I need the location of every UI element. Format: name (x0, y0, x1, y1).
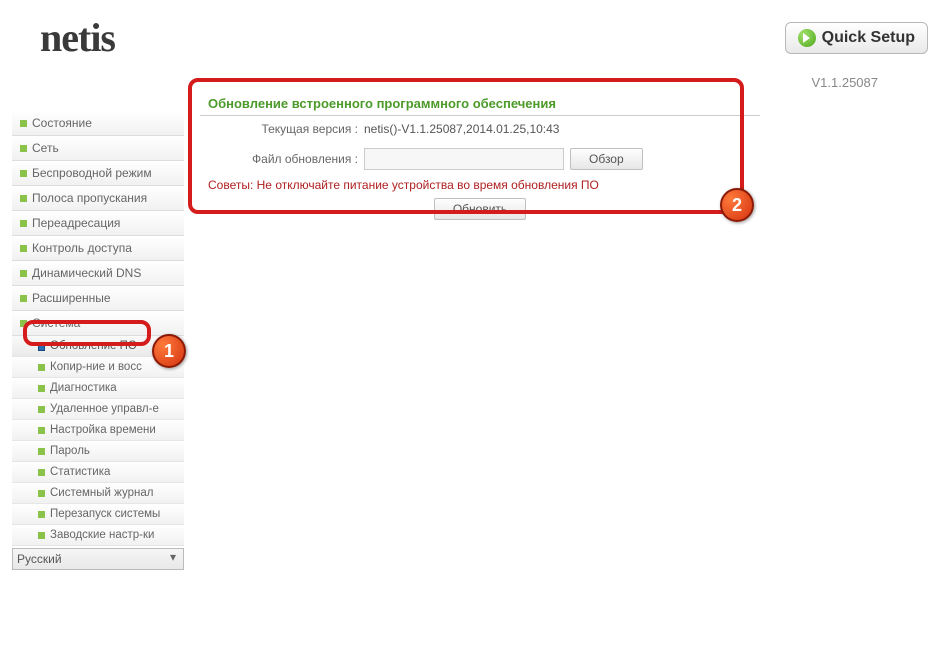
sidebar-sub-statistics[interactable]: Статистика (12, 462, 184, 483)
update-button[interactable]: Обновить (434, 198, 526, 220)
play-icon (798, 29, 816, 47)
bullet-icon (20, 145, 27, 152)
bullet-icon (20, 220, 27, 227)
bullet-icon (38, 490, 45, 497)
sidebar-sub-remote[interactable]: Удаленное управл-е (12, 399, 184, 420)
sidebar-sub-time[interactable]: Настройка времени (12, 420, 184, 441)
bullet-icon (20, 170, 27, 177)
bullet-icon (38, 511, 45, 518)
sidebar-item-label: Сеть (32, 141, 59, 155)
sidebar-item-label: Статистика (50, 466, 110, 478)
bullet-icon (38, 364, 45, 371)
sidebar: Состояние Сеть Беспроводной режим Полоса… (12, 111, 184, 570)
sidebar-item-advanced[interactable]: Расширенные (12, 286, 184, 311)
bullet-icon (20, 320, 27, 327)
sidebar-sub-syslog[interactable]: Системный журнал (12, 483, 184, 504)
sidebar-item-label: Полоса пропускания (32, 191, 147, 205)
bullet-icon (38, 532, 45, 539)
sidebar-sub-password[interactable]: Пароль (12, 441, 184, 462)
sidebar-item-label: Удаленное управл-е (50, 403, 159, 415)
sidebar-item-label: Копир-ние и восс (50, 361, 142, 373)
section-title: Обновление встроенного программного обес… (200, 90, 760, 116)
bullet-icon (38, 385, 45, 392)
firmware-panel: Обновление встроенного программного обес… (200, 90, 760, 648)
row-current-version: Текущая версия : netis()-V1.1.25087,2014… (200, 116, 760, 142)
sidebar-sub-factory[interactable]: Заводские настр-ки (12, 525, 184, 546)
sidebar-item-label: Динамический DNS (32, 266, 141, 280)
sidebar-item-bandwidth[interactable]: Полоса пропускания (12, 186, 184, 211)
sidebar-item-label: Перезапуск системы (50, 508, 160, 520)
sidebar-item-label: Система (32, 316, 80, 330)
sidebar-item-label: Системный журнал (50, 487, 153, 499)
logo: netis (40, 14, 119, 61)
file-input[interactable] (364, 148, 564, 170)
sidebar-sub-diagnostics[interactable]: Диагностика (12, 378, 184, 399)
sidebar-item-label: Расширенные (32, 291, 111, 305)
sidebar-sub-reboot[interactable]: Перезапуск системы (12, 504, 184, 525)
sidebar-item-label: Контроль доступа (32, 241, 132, 255)
sidebar-item-wireless[interactable]: Беспроводной режим (12, 161, 184, 186)
content: V1.1.25087 Обновление встроенного програ… (184, 69, 938, 648)
current-version-value: netis()-V1.1.25087,2014.01.25,10:43 (364, 122, 559, 136)
file-label: Файл обновления : (208, 152, 358, 166)
bullet-icon (38, 342, 45, 351)
bullet-icon (20, 295, 27, 302)
sidebar-item-label: Заводские настр-ки (50, 529, 154, 541)
language-select[interactable]: Русский (12, 548, 184, 570)
sidebar-item-access-control[interactable]: Контроль доступа (12, 236, 184, 261)
sidebar-item-label: Беспроводной режим (32, 166, 152, 180)
sidebar-item-label: Пароль (50, 445, 90, 457)
sidebar-item-label: Настройка времени (50, 424, 156, 436)
bullet-icon (38, 469, 45, 476)
row-file: Файл обновления : Обзор (200, 142, 760, 176)
sidebar-item-forwarding[interactable]: Переадресация (12, 211, 184, 236)
sidebar-sub-backup[interactable]: Копир-ние и восс (12, 357, 184, 378)
hint-text: Советы: Не отключайте питание устройства… (200, 176, 760, 198)
sidebar-item-label: Состояние (32, 116, 92, 130)
bullet-icon (38, 406, 45, 413)
bullet-icon (38, 427, 45, 434)
bullet-icon (20, 270, 27, 277)
quick-setup-button[interactable]: Quick Setup (785, 22, 928, 54)
bullet-icon (20, 195, 27, 202)
bullet-icon (38, 448, 45, 455)
sidebar-item-label: Обновление ПО (50, 340, 137, 352)
sidebar-item-label: Переадресация (32, 216, 120, 230)
quick-setup-label: Quick Setup (822, 29, 915, 47)
sidebar-item-ddns[interactable]: Динамический DNS (12, 261, 184, 286)
browse-button[interactable]: Обзор (570, 148, 643, 170)
version-label: V1.1.25087 (200, 75, 938, 90)
sidebar-item-network[interactable]: Сеть (12, 136, 184, 161)
header: netis Quick Setup (12, 10, 938, 69)
sidebar-item-system[interactable]: Система (12, 311, 184, 336)
current-version-label: Текущая версия : (208, 122, 358, 136)
bullet-icon (20, 245, 27, 252)
sidebar-item-status[interactable]: Состояние (12, 111, 184, 136)
sidebar-item-label: Диагностика (50, 382, 117, 394)
bullet-icon (20, 120, 27, 127)
sidebar-sub-firmware-update[interactable]: Обновление ПО (12, 336, 184, 357)
